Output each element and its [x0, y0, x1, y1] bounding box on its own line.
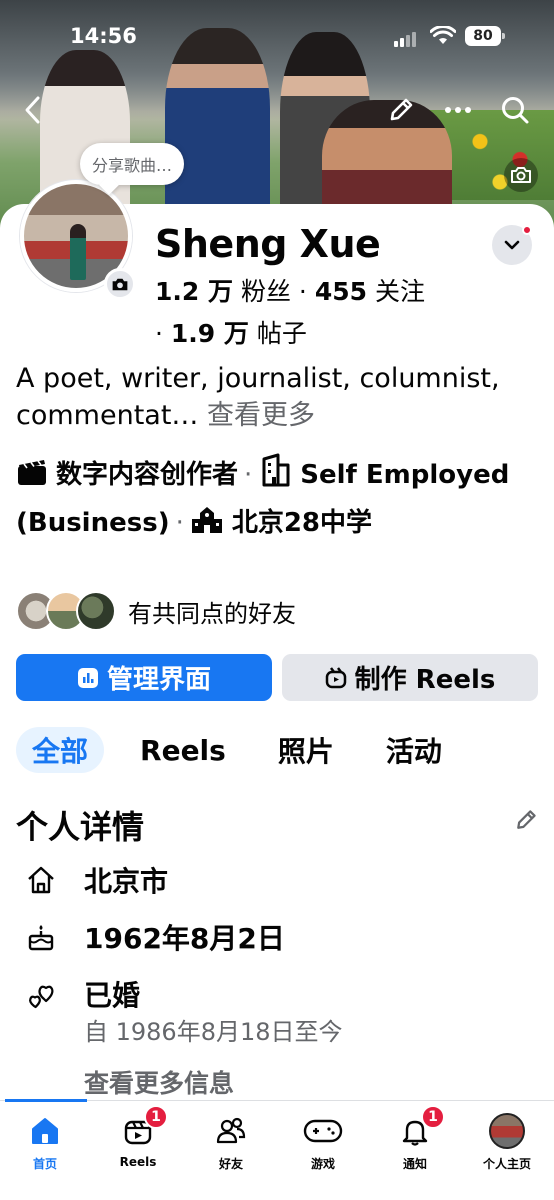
active-tab-indicator: [5, 1099, 87, 1102]
edit-details-button[interactable]: [510, 804, 542, 836]
bottom-navigation: 首页 1 Reels 好友 游戏 1 通知 个人主页: [0, 1099, 554, 1200]
chevron-left-icon: [25, 96, 40, 124]
more-options-button[interactable]: [441, 93, 475, 127]
posts-count: 1.9 万: [170, 319, 249, 348]
detail-birthday: 1962年8月2日: [24, 917, 285, 957]
profile-actions: 管理界面 制作 Reels: [16, 654, 538, 701]
profile-stats: 1.2 万 粉丝 · 455 关注: [155, 272, 425, 308]
education-text[interactable]: 北京28中学: [232, 508, 372, 538]
profile-bio: A poet, writer, journalist, columnist, c…: [16, 360, 536, 434]
friends-icon: [211, 1111, 251, 1151]
battery-indicator: 80: [465, 26, 505, 46]
dashboard-icon: [77, 667, 99, 689]
manage-label: 管理界面: [106, 665, 211, 695]
manage-dashboard-button[interactable]: 管理界面: [16, 654, 272, 701]
pencil-icon: [390, 98, 413, 121]
following-label[interactable]: 关注: [375, 277, 425, 306]
clapperboard-icon: [16, 457, 48, 501]
signal-icon: [394, 32, 416, 47]
followers-count[interactable]: 1.2 万: [155, 277, 233, 306]
nav-label: 游戏: [310, 1157, 335, 1171]
detail-city: 北京市: [24, 860, 168, 900]
birthday-cake-icon: [24, 920, 58, 954]
office-building-icon: [258, 453, 292, 501]
profile-name: Sheng Xue: [155, 222, 381, 266]
details-title: 个人详情: [16, 808, 145, 846]
wifi-icon: [430, 26, 456, 44]
profile-stats-posts: · 1.9 万 帖子: [155, 314, 307, 350]
pencil-icon: [517, 810, 536, 829]
profile-avatar-icon: [487, 1111, 527, 1151]
cover-camera-button[interactable]: [504, 158, 538, 192]
mutual-friends-row[interactable]: 有共同点的好友: [16, 590, 296, 632]
reels-label: 制作 Reels: [354, 665, 496, 695]
edit-profile-button[interactable]: [384, 93, 418, 127]
home-icon: [25, 1111, 65, 1151]
detail-relationship: 已婚: [24, 974, 140, 1014]
avatar-camera-button[interactable]: [104, 268, 136, 300]
nav-label: 通知: [402, 1157, 427, 1171]
home-icon: [24, 863, 58, 897]
mutual-friends-label: 有共同点的好友: [128, 599, 296, 628]
create-reels-button[interactable]: 制作 Reels: [282, 654, 538, 701]
notification-dot: [522, 225, 532, 235]
tab-activity[interactable]: 活动: [370, 727, 458, 773]
relationship-since: 自 1986年8月18日至今: [84, 1018, 343, 1046]
see-more-info-link[interactable]: 查看更多信息: [84, 1064, 234, 1100]
nav-profile[interactable]: 个人主页: [462, 1111, 552, 1172]
notification-badge: 1: [144, 1105, 168, 1129]
nav-gaming[interactable]: 游戏: [278, 1111, 368, 1172]
search-icon: [502, 97, 529, 124]
camera-icon: [511, 167, 531, 183]
city-text: 北京市: [84, 865, 169, 898]
nav-friends[interactable]: 好友: [186, 1111, 276, 1172]
bell-icon: 1: [395, 1105, 445, 1151]
following-count[interactable]: 455: [315, 277, 367, 306]
more-horizontal-icon: [445, 107, 471, 113]
nav-reels[interactable]: 1 Reels: [93, 1105, 183, 1169]
info-separator: ·: [244, 460, 253, 490]
search-button[interactable]: [498, 93, 532, 127]
status-bar: 14:56 80: [0, 0, 554, 72]
category-text: 数字内容创作者: [56, 460, 239, 490]
info-separator: ·: [175, 508, 184, 538]
relationship-text: 已婚: [84, 979, 141, 1012]
birthday-text: 1962年8月2日: [84, 922, 285, 955]
nav-label: 首页: [32, 1157, 57, 1171]
posts-label: 帖子: [256, 319, 307, 348]
followers-label[interactable]: 粉丝: [241, 277, 291, 306]
gaming-icon: [303, 1111, 343, 1151]
stats-separator: ·: [298, 277, 307, 306]
hearts-icon: [24, 977, 58, 1011]
reels-icon: [325, 666, 347, 689]
profile-tabs: 全部 Reels 照片 活动: [16, 727, 458, 773]
nav-label: 个人主页: [482, 1157, 531, 1171]
chevron-down-icon: [504, 240, 520, 250]
reels-icon: 1: [118, 1105, 168, 1151]
stats-separator: ·: [155, 319, 163, 348]
profile-dropdown-button[interactable]: [492, 225, 532, 265]
nav-label: Reels: [119, 1155, 157, 1169]
camera-icon: [112, 278, 128, 290]
tab-all[interactable]: 全部: [16, 727, 105, 773]
notification-badge: 1: [421, 1105, 445, 1129]
bio-see-more-link[interactable]: 查看更多: [207, 400, 315, 431]
back-button[interactable]: [16, 93, 50, 127]
status-time: 14:56: [70, 24, 137, 48]
nav-label: 好友: [218, 1157, 243, 1171]
nav-home[interactable]: 首页: [0, 1111, 90, 1172]
school-icon: [190, 505, 224, 549]
profile-info: 数字内容创作者 · Self Employed (Business) · 北京28中…: [16, 453, 538, 549]
share-song-bubble[interactable]: 分享歌曲…: [80, 143, 185, 185]
nav-notifications[interactable]: 1 通知: [370, 1105, 460, 1172]
friend-avatar: [76, 591, 116, 631]
tab-reels[interactable]: Reels: [124, 727, 242, 773]
tab-photos[interactable]: 照片: [262, 727, 350, 773]
